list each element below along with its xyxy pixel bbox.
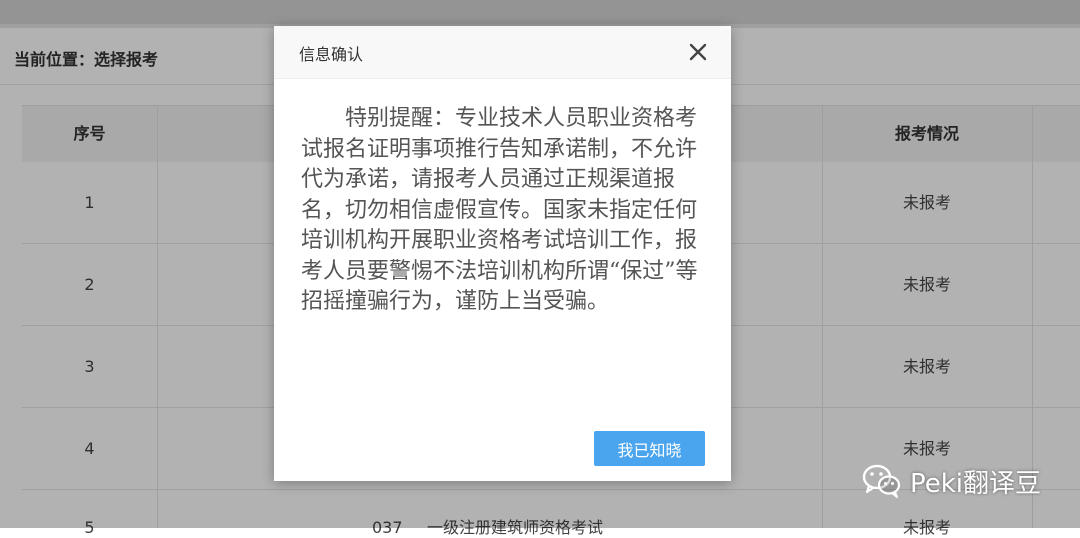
close-button[interactable]	[686, 40, 710, 64]
wechat-icon	[862, 464, 901, 498]
watermark: Peki翻译豆	[862, 456, 1041, 506]
dialog-title: 信息确认	[299, 45, 364, 64]
dialog-message: 特别提醒：专业技术人员职业资格考试报名证明事项推行告知承诺制，不允许代为承诺，请…	[301, 106, 698, 314]
info-confirm-dialog: 信息确认 特别提醒：专业技术人员职业资格考试报名证明事项推行告知承诺制，不允许代…	[274, 26, 731, 481]
close-icon	[689, 43, 707, 61]
watermark-text: Peki翻译豆	[910, 468, 1042, 499]
dialog-header: 信息确认	[274, 26, 731, 79]
acknowledge-button[interactable]: 我已知晓	[594, 431, 705, 466]
